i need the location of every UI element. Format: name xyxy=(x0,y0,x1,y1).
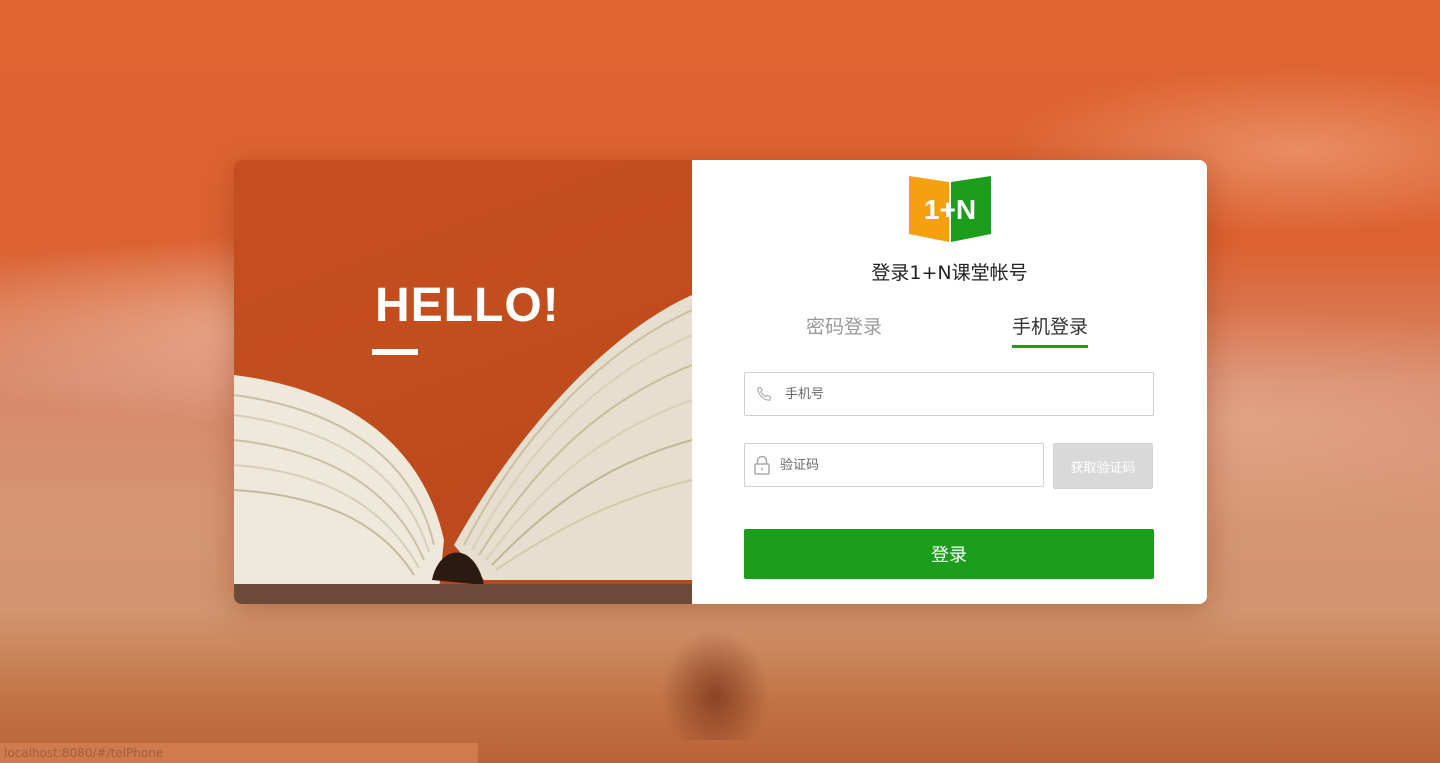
hero-panel: HELLO! xyxy=(234,160,692,604)
lock-icon xyxy=(745,455,778,475)
login-title: 登录1+N课堂帐号 xyxy=(871,262,1028,284)
login-button[interactable]: 登录 xyxy=(744,529,1154,579)
phone-icon xyxy=(745,385,783,403)
logo-text: 1+N xyxy=(924,194,976,225)
login-card: HELLO! 1+N 登录1+N课堂帐号 密码登录 手机登录 手机号 验证码 获… xyxy=(234,160,1207,604)
code-field[interactable] xyxy=(744,443,1044,487)
hero-underline xyxy=(372,349,418,355)
open-book-image xyxy=(234,295,692,604)
hero-greeting: HELLO! xyxy=(375,279,560,332)
code-input[interactable] xyxy=(778,456,1043,474)
status-bar-url: localhost:8080/#/telPhone xyxy=(0,743,478,763)
tab-password-login[interactable]: 密码登录 xyxy=(806,312,882,345)
tab-phone-login[interactable]: 手机登录 xyxy=(1012,312,1089,348)
login-panel: 1+N 登录1+N课堂帐号 密码登录 手机登录 获取验证码 xyxy=(692,160,1207,604)
phone-input[interactable] xyxy=(783,385,1087,403)
brand-logo: 1+N xyxy=(909,176,991,242)
get-code-button[interactable]: 获取验证码 xyxy=(1053,443,1153,489)
phone-field[interactable] xyxy=(744,372,1154,416)
